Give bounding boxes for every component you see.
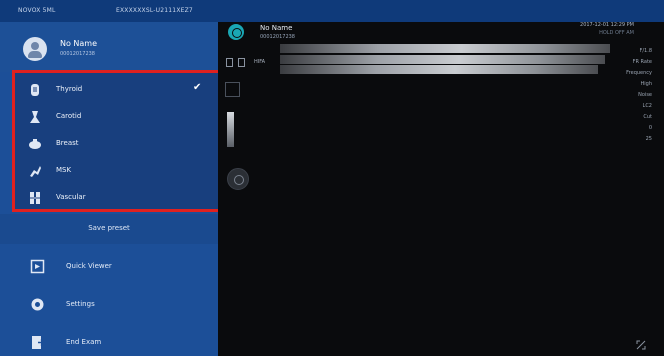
check-icon: ✔ — [193, 82, 202, 93]
top-status-bar: NOVOX 5ML EXXXXXXSL-U2111XEZ7 — [0, 0, 664, 22]
parameter-value: High — [640, 81, 653, 87]
tool-box-icon[interactable] — [238, 58, 245, 67]
grayscale-bar — [227, 112, 234, 147]
thyroid-icon — [31, 84, 39, 96]
app-logo-icon — [228, 24, 244, 40]
preset-msk[interactable]: MSK — [15, 158, 219, 185]
carotid-icon — [30, 111, 40, 123]
menu-end-exam[interactable]: End Exam — [0, 324, 218, 356]
fullscreen-icon[interactable] — [636, 340, 646, 350]
sidebar: No Name 00012017238 Thyroid ✔ Carotid Br… — [0, 22, 222, 356]
viewer-patient-id: 00012017238 — [260, 34, 295, 40]
probe-orientation-icon[interactable] — [225, 82, 240, 97]
preset-label: MSK — [56, 166, 72, 174]
preset-vascular[interactable]: Vascular — [15, 185, 219, 212]
settings-icon — [31, 298, 44, 311]
menu-label: Settings — [66, 300, 95, 308]
preset-breast[interactable]: Breast — [15, 131, 219, 158]
preset-thyroid[interactable]: Thyroid ✔ — [15, 77, 219, 104]
parameter-value: Noise — [638, 92, 652, 98]
viewer-patient-name: No Name — [260, 24, 293, 32]
image-scanline — [280, 55, 605, 64]
viewer-datetime: 2017-12-01 12:29 PM — [580, 22, 634, 28]
viewer-subtitle: HOLD OFF AM — [599, 30, 634, 36]
preset-list: Thyroid ✔ Carotid Breast MSK Vascular — [12, 70, 222, 212]
parameter-value: 0 — [648, 125, 652, 131]
breast-icon — [29, 139, 41, 149]
parameter-value: FR Rate — [632, 59, 652, 65]
tool-box-icon[interactable] — [226, 58, 233, 67]
freeze-button[interactable] — [227, 168, 249, 190]
parameter-value: LC2 — [642, 103, 652, 109]
parameter-value: Cut — [643, 114, 652, 120]
vascular-icon — [30, 192, 40, 204]
avatar — [23, 37, 47, 61]
preset-label: Breast — [56, 139, 79, 147]
parameter-value: 25 — [645, 136, 652, 142]
msk-icon — [30, 166, 41, 177]
image-viewer[interactable]: No Name 00012017238 2017-12-01 12:29 PM … — [218, 22, 664, 356]
tool-text: HIFA — [254, 59, 266, 65]
end-exam-icon — [32, 336, 45, 349]
preset-label: Carotid — [56, 112, 82, 120]
menu-label: End Exam — [66, 338, 102, 346]
parameter-value: Frequency — [626, 70, 652, 76]
viewer-toolbar: HIFA — [226, 58, 286, 68]
preset-label: Thyroid — [56, 85, 83, 93]
quick-viewer-icon — [30, 259, 45, 274]
patient-profile[interactable]: No Name 00012017238 — [0, 22, 218, 72]
menu-settings[interactable]: Settings — [0, 286, 218, 324]
device-name: NOVOX 5ML — [18, 7, 56, 14]
parameter-value: F/1.8 — [639, 48, 652, 54]
save-preset-button[interactable]: Save preset — [0, 214, 218, 244]
menu-label: Quick Viewer — [66, 262, 112, 270]
image-scanline — [280, 65, 598, 74]
image-scanline — [280, 44, 610, 53]
save-preset-label: Save preset — [88, 224, 130, 232]
menu-quick-viewer[interactable]: Quick Viewer — [0, 248, 218, 286]
profile-name: No Name — [60, 39, 98, 48]
preset-label: Vascular — [56, 193, 86, 201]
profile-id: 00012017238 — [60, 51, 95, 57]
preset-carotid[interactable]: Carotid — [15, 104, 219, 131]
device-serial: EXXXXXXSL-U2111XEZ7 — [116, 7, 193, 14]
